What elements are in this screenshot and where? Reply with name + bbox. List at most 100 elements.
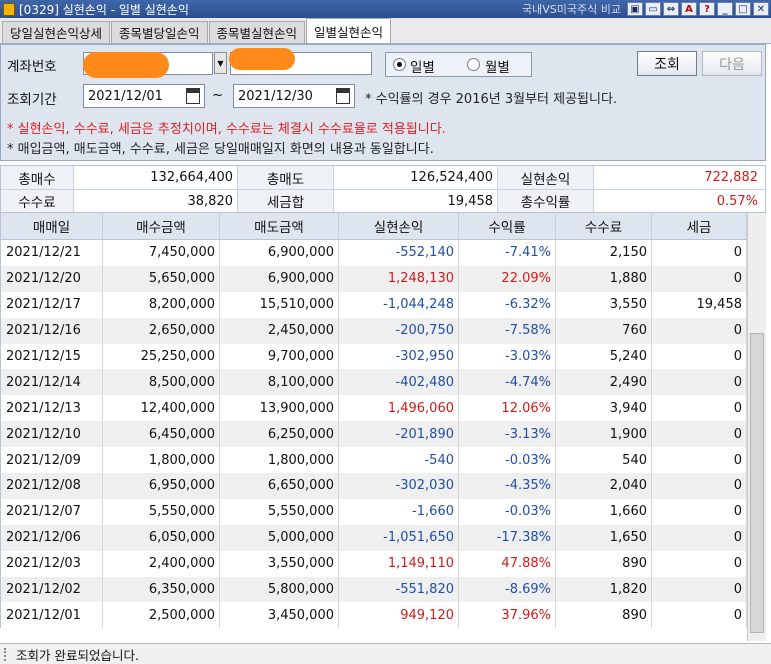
cell-sell-amount: 3,450,000	[220, 602, 339, 629]
cell-trade-date: 2021/12/13	[1, 395, 103, 422]
tab-stock-realized-pnl[interactable]: 종목별실현손익	[208, 21, 306, 43]
date-range-separator: ~	[212, 87, 224, 103]
cell-realized-pnl: 1,149,110	[339, 550, 459, 577]
cell-return-rate: 37.96%	[459, 602, 556, 629]
tax-label: 세금합	[238, 190, 334, 212]
layout-icon[interactable]: ▣	[627, 2, 643, 16]
cell-fee: 2,040	[556, 473, 652, 499]
app-icon	[3, 2, 15, 16]
column-header-trade-date[interactable]: 매매일	[1, 213, 103, 239]
cell-tax: 0	[652, 524, 747, 551]
radio-monthly[interactable]	[467, 58, 480, 71]
cell-trade-date: 2021/12/03	[1, 550, 103, 577]
cell-trade-date: 2021/12/10	[1, 421, 103, 448]
screen-icon[interactable]: ▭	[645, 2, 661, 16]
acrobat-icon[interactable]: A	[681, 2, 697, 16]
table-row[interactable]: 2021/12/14 8,500,000 8,100,000 -402,480 -4.7…	[1, 369, 747, 396]
window-subtitle[interactable]: 국내VS미국주식 비교	[522, 1, 621, 17]
maximize-icon[interactable]: □	[735, 2, 751, 16]
table-row[interactable]: 2021/12/07 5,550,000 5,550,000 -1,660 -0.03%…	[1, 498, 747, 525]
chevron-down-icon[interactable]: ▼	[214, 52, 227, 74]
cell-tax: 0	[652, 602, 747, 629]
cell-tax: 0	[652, 265, 747, 292]
cell-return-rate: 47.88%	[459, 550, 556, 577]
column-header-realized-pnl[interactable]: 실현손익	[339, 213, 459, 239]
table-row[interactable]: 2021/12/02 6,350,000 5,800,000 -551,820 -8.6…	[1, 576, 747, 603]
cell-realized-pnl: -551,820	[339, 576, 459, 603]
cell-buy-amount: 5,550,000	[103, 498, 220, 525]
cell-buy-amount: 2,500,000	[103, 602, 220, 629]
calendar-icon[interactable]	[186, 88, 200, 104]
column-header-tax[interactable]: 세금	[652, 213, 747, 239]
radio-daily[interactable]	[393, 58, 406, 71]
column-header-return-rate[interactable]: 수익률	[459, 213, 556, 239]
cell-realized-pnl: -402,480	[339, 369, 459, 396]
cell-tax: 0	[652, 550, 747, 577]
tab-stock-daily-pnl[interactable]: 종목별당일손익	[111, 21, 208, 43]
grip-icon	[4, 647, 10, 661]
scrollbar-thumb[interactable]	[750, 333, 764, 633]
table-row[interactable]: 2021/12/09 1,800,000 1,800,000 -540 -0.03% 54…	[1, 447, 747, 474]
cell-sell-amount: 8,100,000	[220, 369, 339, 396]
radio-daily-label: 일별	[410, 60, 435, 76]
table-row[interactable]: 2021/12/10 6,450,000 6,250,000 -201,890 -3.1…	[1, 421, 747, 448]
table-header: 매매일 매수금액 매도금액 실현손익 수익률 수수료 세금	[1, 213, 747, 240]
cell-return-rate: -0.03%	[459, 498, 556, 525]
total-sell-value: 126,524,400	[334, 166, 498, 189]
cell-return-rate: -4.35%	[459, 473, 556, 499]
query-button[interactable]: 조회	[637, 51, 697, 76]
cell-buy-amount: 8,200,000	[103, 291, 220, 318]
cell-realized-pnl: 1,248,130	[339, 265, 459, 292]
cell-realized-pnl: -1,051,650	[339, 524, 459, 551]
next-button[interactable]: 다음	[702, 51, 762, 76]
daily-pnl-table: 매매일 매수금액 매도금액 실현손익 수익률 수수료 세금 2021/12/21…	[0, 213, 747, 629]
column-header-buy-amount[interactable]: 매수금액	[103, 213, 220, 239]
column-header-sell-amount[interactable]: 매도금액	[220, 213, 339, 239]
cell-fee: 3,550	[556, 291, 652, 318]
minimize-icon[interactable]: _	[717, 2, 733, 16]
cell-tax: 0	[652, 317, 747, 344]
cell-trade-date: 2021/12/20	[1, 265, 103, 292]
column-header-fee[interactable]: 수수료	[556, 213, 652, 239]
total-return-label: 총수익률	[498, 190, 594, 212]
cell-return-rate: -3.13%	[459, 421, 556, 448]
tab-daily-realized-detail[interactable]: 당일실현손익상세	[2, 21, 111, 43]
cell-fee: 2,490	[556, 369, 652, 396]
radio-monthly-label: 월별	[485, 60, 510, 76]
table-row[interactable]: 2021/12/16 2,650,000 2,450,000 -200,750 -7.5…	[1, 317, 747, 344]
table-row[interactable]: 2021/12/06 6,050,000 5,000,000 -1,051,650 -1…	[1, 524, 747, 551]
cell-buy-amount: 7,450,000	[103, 240, 220, 266]
link-icon[interactable]: ⇔	[663, 2, 679, 16]
cell-fee: 1,880	[556, 265, 652, 292]
cell-return-rate: -8.69%	[459, 576, 556, 603]
calendar-icon[interactable]	[336, 88, 350, 104]
cell-return-rate: 22.09%	[459, 265, 556, 292]
cell-sell-amount: 1,800,000	[220, 447, 339, 474]
cell-fee: 2,150	[556, 240, 652, 266]
table-row[interactable]: 2021/12/17 8,200,000 15,510,000 -1,044,248-…	[1, 291, 747, 318]
table-row[interactable]: 2021/12/15 25,250,000 9,700,000 -302,950 -3.…	[1, 343, 747, 370]
cell-realized-pnl: -1,044,248	[339, 291, 459, 318]
close-icon[interactable]: ✕	[753, 2, 769, 16]
cell-return-rate: -3.03%	[459, 343, 556, 370]
cell-return-rate: -6.32%	[459, 291, 556, 318]
data-source-note: * 매입금액, 매도금액, 수수료, 세금은 당일매매일지 화면의 내용과 동일…	[7, 142, 434, 157]
table-row[interactable]: 2021/12/21 7,450,000 6,900,000 -552,140 -7.4…	[1, 240, 747, 266]
cell-buy-amount: 12,400,000	[103, 395, 220, 422]
table-row[interactable]: 2021/12/01 2,500,000 3,450,000 949,120 37.96…	[1, 602, 747, 629]
tab-daily-realized-pnl[interactable]: 일별실현손익	[306, 18, 392, 43]
table-row[interactable]: 2021/12/08 6,950,000 6,650,000 -302,030 -4.3…	[1, 473, 747, 499]
cell-trade-date: 2021/12/15	[1, 343, 103, 370]
cell-sell-amount: 6,650,000	[220, 473, 339, 499]
table-row[interactable]: 2021/12/13 12,400,000 13,900,000 1,496,060 1…	[1, 395, 747, 422]
cell-trade-date: 2021/12/17	[1, 291, 103, 318]
cell-trade-date: 2021/12/06	[1, 524, 103, 551]
table-row[interactable]: 2021/12/20 5,650,000 6,900,000 1,248,130 22.…	[1, 265, 747, 292]
cell-tax: 0	[652, 498, 747, 525]
cell-return-rate: -7.58%	[459, 317, 556, 344]
table-scrollbar[interactable]	[747, 213, 766, 641]
help-icon[interactable]: ?	[699, 2, 715, 16]
cell-tax: 0	[652, 421, 747, 448]
table-row[interactable]: 2021/12/03 2,400,000 3,550,000 1,149,110 47.…	[1, 550, 747, 577]
cell-buy-amount: 25,250,000	[103, 343, 220, 370]
